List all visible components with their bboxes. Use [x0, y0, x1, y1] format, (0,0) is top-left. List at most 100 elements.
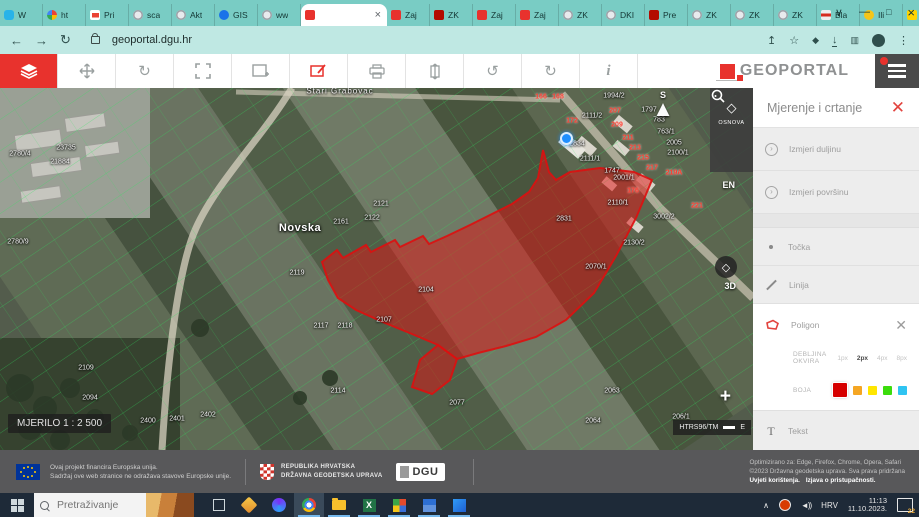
thickness-row: DEBLJINA OKVIRA 1px 2px 4px 8px	[753, 346, 919, 370]
back-icon[interactable]: ←	[10, 33, 23, 48]
lock-icon	[90, 33, 100, 44]
clock[interactable]: 11:13 11.10.2023.	[848, 496, 887, 514]
zoom-extent-button[interactable]	[232, 54, 290, 88]
accessibility-link[interactable]: Izjava o pristupačnosti.	[806, 477, 876, 484]
task-view-button[interactable]	[204, 493, 234, 517]
tab-close-icon[interactable]: ×	[373, 9, 383, 21]
measure-button[interactable]	[406, 54, 464, 88]
taskbar-search[interactable]	[34, 493, 194, 517]
thickness-option-8px[interactable]: 8px	[897, 355, 907, 362]
menu-dots-icon[interactable]: ⋮	[898, 34, 909, 47]
tab[interactable]: Akt	[172, 4, 215, 26]
tab[interactable]: GIS	[215, 4, 258, 26]
forward-icon[interactable]: →	[35, 33, 48, 48]
tab[interactable]: sca	[129, 4, 172, 26]
tab[interactable]: W	[0, 4, 43, 26]
tab[interactable]: ZK	[688, 4, 731, 26]
search-input[interactable]	[55, 498, 147, 512]
extensions-icon[interactable]: ◆	[812, 35, 819, 46]
tab-search-icon[interactable]: ∨	[835, 6, 843, 19]
bookmark-star-icon[interactable]: ☆	[789, 34, 799, 47]
polygon-close-icon[interactable]: ✕	[895, 317, 907, 334]
tab[interactable]: DKI	[602, 4, 645, 26]
line-tool-item[interactable]: Linija	[753, 266, 919, 304]
url-text[interactable]: geoportal.dgu.hr	[112, 34, 192, 46]
tab[interactable]: ww	[258, 4, 301, 26]
tab[interactable]: Pre	[645, 4, 688, 26]
print-button[interactable]	[348, 54, 406, 88]
terms-link[interactable]: Uvjeti korištenja.	[749, 477, 799, 484]
text-tool-item[interactable]: T Tekst	[753, 411, 919, 451]
undo-button[interactable]: ↺	[464, 54, 522, 88]
tab[interactable]: ZK	[559, 4, 602, 26]
layers-button[interactable]	[0, 54, 58, 88]
excel-button[interactable]: X	[354, 493, 384, 517]
globe-blue-tab-icon	[219, 10, 229, 20]
measure-area-item[interactable]: › Izmjeri površinu	[753, 171, 919, 214]
blue-app-button[interactable]	[444, 493, 474, 517]
tab[interactable]: Zaj	[387, 4, 430, 26]
split-screen-icon[interactable]: ▥	[850, 35, 859, 46]
browser-tab-bar: Wht Pri sca Akt GIS ww × Zaj ZK Zaj Zaj ZK DKI Pre ZK Z…	[0, 0, 919, 26]
menu-hamburger-button[interactable]	[875, 54, 919, 88]
tab-active[interactable]: ×	[301, 4, 387, 26]
color-swatch[interactable]	[833, 383, 847, 397]
reload-icon[interactable]: ↻	[60, 32, 71, 48]
color-swatch[interactable]	[883, 385, 892, 395]
info-button[interactable]: i	[580, 54, 638, 88]
tab[interactable]: Pri	[86, 4, 129, 26]
color-swatch[interactable]	[868, 385, 877, 395]
flag-tab-icon	[821, 10, 831, 20]
fullscreen-button[interactable]	[174, 54, 232, 88]
calculator-button[interactable]	[414, 493, 444, 517]
language-toggle[interactable]: EN	[722, 180, 735, 190]
thickness-option-2px[interactable]: 2px	[857, 355, 868, 362]
polygon-tool-item[interactable]: Poligon ✕	[753, 304, 919, 346]
tray-red-status-icon[interactable]	[778, 499, 791, 511]
download-icon[interactable]: ↓	[831, 34, 838, 47]
pan-button[interactable]	[58, 54, 116, 88]
maximize-button[interactable]: □	[886, 7, 891, 17]
panel-close-icon[interactable]: ✕	[891, 99, 905, 116]
basemap-label[interactable]: OSNOVA	[718, 120, 744, 126]
chrome-button[interactable]	[294, 493, 324, 517]
file-explorer-button[interactable]	[324, 493, 354, 517]
app-diamond-button[interactable]	[234, 493, 264, 517]
tab[interactable]: Zaj	[473, 4, 516, 26]
media-app-button[interactable]	[264, 493, 294, 517]
profile-avatar[interactable]	[872, 33, 885, 47]
redo-button[interactable]: ↻	[522, 54, 580, 88]
volume-icon[interactable]: ◄))	[801, 501, 812, 510]
minimize-button[interactable]: —	[859, 6, 870, 18]
search-daily-image	[146, 493, 194, 517]
share-icon[interactable]: ↥	[767, 34, 776, 47]
map-canvas[interactable]: Stari Grabovac Novska 23735 21884 2780/4 2780…	[0, 88, 753, 450]
scale-indicator: MJERILO 1 : 2 500	[8, 414, 112, 433]
draw-button[interactable]	[290, 54, 348, 88]
color-swatch[interactable]	[853, 385, 862, 395]
orbit-button[interactable]: ↻	[116, 54, 174, 88]
tab[interactable]: ZK	[774, 4, 817, 26]
grid-app-button[interactable]	[384, 493, 414, 517]
notification-center-icon[interactable]: 22	[897, 498, 915, 515]
measure-length-item[interactable]: › Izmjeri duljinu	[753, 128, 919, 171]
tray-chevron-icon[interactable]: ∧	[763, 501, 769, 510]
color-swatch[interactable]	[898, 385, 907, 395]
tab[interactable]: Zaj	[516, 4, 559, 26]
geoportal-logo[interactable]: GEOPORTAL	[715, 54, 849, 88]
tab[interactable]: ZK	[430, 4, 473, 26]
threed-toggle[interactable]: 3D	[724, 281, 736, 291]
zoom-in-icon[interactable]: +	[720, 386, 731, 408]
basemap-diamond-icon[interactable]: ◇	[727, 101, 737, 114]
thickness-option-1px[interactable]: 1px	[837, 355, 847, 362]
thickness-option-4px[interactable]: 4px	[877, 355, 887, 362]
color-label: BOJA	[793, 386, 812, 394]
language-indicator[interactable]: HRV	[821, 501, 838, 510]
start-button[interactable]	[0, 493, 34, 517]
layers-circle-icon[interactable]: ◇	[715, 256, 737, 278]
close-button[interactable]: ×	[907, 5, 915, 20]
tab[interactable]: ZK	[731, 4, 774, 26]
blue-app-icon	[452, 498, 466, 512]
point-tool-item[interactable]: Točka	[753, 228, 919, 266]
tab[interactable]: ht	[43, 4, 86, 26]
